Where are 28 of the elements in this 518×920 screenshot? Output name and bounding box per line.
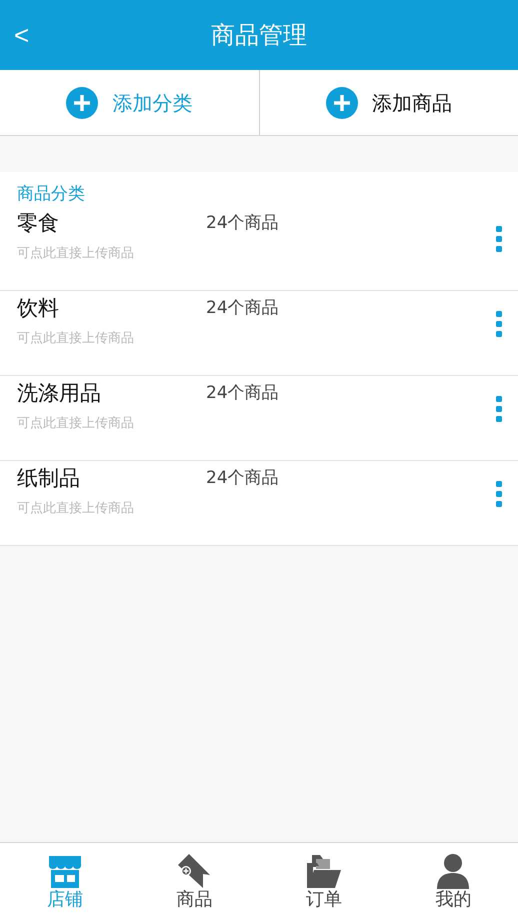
- plus-icon: [326, 86, 358, 118]
- plus-icon: [66, 86, 98, 118]
- nav-tab[interactable]: 订单: [259, 843, 388, 920]
- category-name: 洗涤用品: [17, 380, 101, 407]
- category-hint: 可点此直接上传商品: [17, 500, 134, 518]
- category-hint: 可点此直接上传商品: [17, 330, 134, 348]
- more-icon[interactable]: [496, 396, 502, 422]
- category-name: 纸制品: [17, 465, 80, 492]
- section-title: 商品分类: [16, 183, 85, 206]
- product-count: 24个商品: [206, 297, 279, 320]
- product-count: 24个商品: [206, 212, 279, 235]
- add-button[interactable]: 添加商品: [258, 70, 518, 135]
- more-icon[interactable]: [496, 311, 502, 337]
- product-count: 24个商品: [206, 467, 279, 490]
- folder-icon: [306, 853, 342, 889]
- more-icon[interactable]: [496, 226, 502, 252]
- product-count: 24个商品: [206, 382, 279, 405]
- category-hint: 可点此直接上传商品: [17, 244, 134, 262]
- person-icon: [435, 853, 472, 889]
- nav-tab[interactable]: 我的: [388, 843, 518, 920]
- page-title: 商品管理: [211, 20, 307, 51]
- shop-icon: [46, 853, 83, 889]
- category-name: 饮料: [17, 295, 59, 322]
- category-hint: 可点此直接上传商品: [17, 414, 134, 432]
- category-name: 零食: [17, 210, 59, 237]
- tag-plus-icon: [176, 853, 212, 889]
- more-icon[interactable]: [496, 481, 502, 507]
- nav-tab[interactable]: 商品: [130, 843, 259, 920]
